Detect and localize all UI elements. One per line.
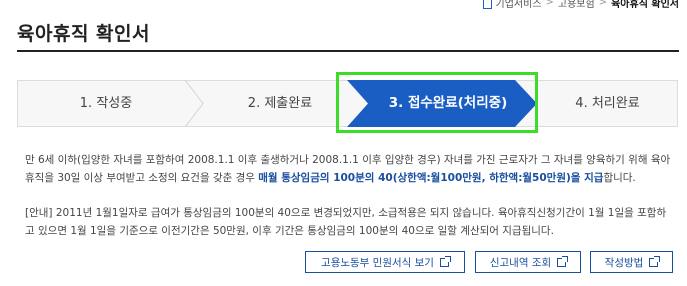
external-link-icon bbox=[439, 255, 451, 267]
external-link-icon bbox=[649, 255, 661, 267]
home-icon[interactable] bbox=[482, 0, 492, 9]
breadcrumb: 기업서비스 > 고용보험 > 육아휴직 확인서 bbox=[482, 0, 679, 10]
breadcrumb-current: 육아휴직 확인서 bbox=[611, 0, 679, 10]
page-title: 육아휴직 확인서 bbox=[17, 23, 150, 45]
title-divider bbox=[17, 50, 679, 52]
breadcrumb-separator-icon: > bbox=[545, 0, 554, 8]
howto-button[interactable]: 작성방법 bbox=[590, 251, 673, 273]
step-4-label: 4. 처리완료 bbox=[575, 96, 640, 111]
view-forms-label: 고용노동부 민원서식 보기 bbox=[321, 256, 434, 269]
howto-label: 작성방법 bbox=[604, 256, 644, 269]
breadcrumb-item-2[interactable]: 고용보험 bbox=[558, 0, 595, 10]
breadcrumb-item-1[interactable]: 기업서비스 bbox=[496, 0, 542, 10]
notice-tail: 합니다. bbox=[603, 172, 636, 184]
external-link-icon bbox=[557, 255, 569, 267]
breadcrumb-separator-icon: > bbox=[598, 0, 608, 8]
view-forms-button[interactable]: 고용노동부 민원서식 보기 bbox=[305, 251, 465, 273]
notice-paragraph-2: [안내] 2011년 1월1일자로 급여가 통상임금의 100분의 40으로 변… bbox=[25, 207, 667, 237]
step-1-label: 1. 작성중 bbox=[79, 96, 133, 111]
notice-paragraph-1: 만 6세 이하(입양한 자녀를 포함하여 2008.1.1 이후 출생하거나 2… bbox=[25, 151, 675, 187]
current-step-highlight-box bbox=[336, 72, 538, 133]
report-history-button[interactable]: 신고내역 조회 bbox=[475, 251, 581, 273]
notice-highlight: 매월 통상임금의 100분의 40(상한액:월100만원, 하한액:월50만원)… bbox=[258, 172, 604, 184]
report-history-label: 신고내역 조회 bbox=[489, 256, 552, 269]
